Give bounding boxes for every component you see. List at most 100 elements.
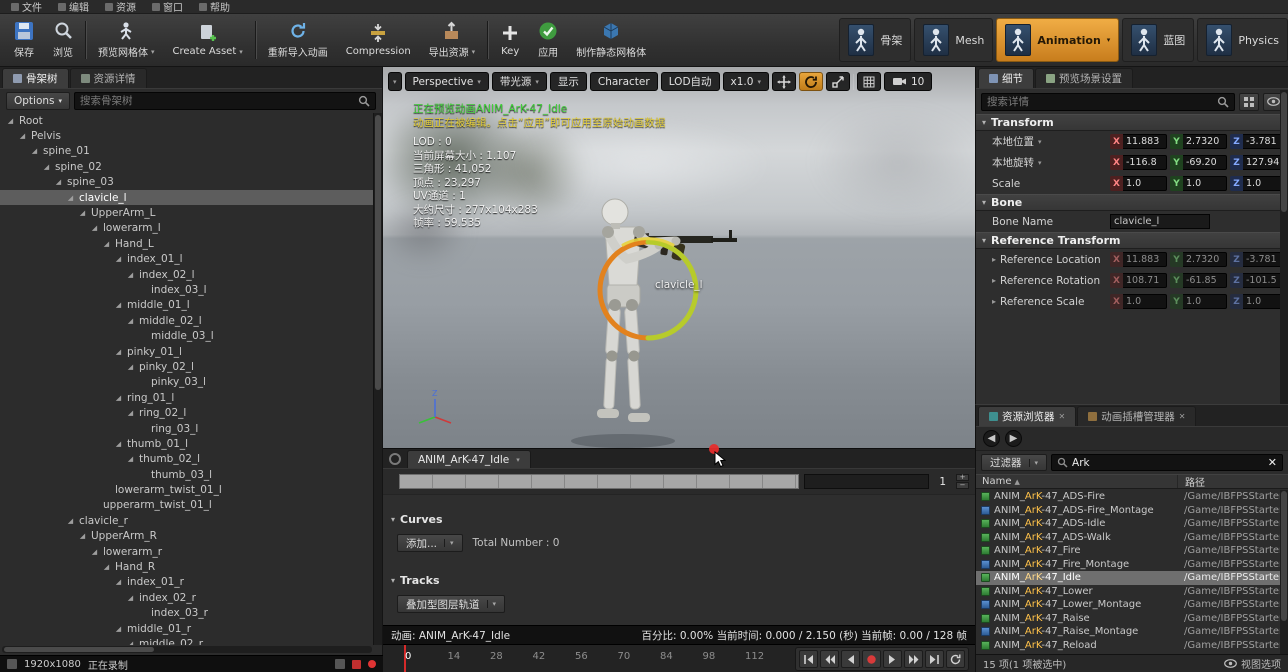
expand-arrow-icon[interactable]: ◢	[66, 194, 75, 202]
perspective-button[interactable]: Perspective ▾	[404, 72, 489, 91]
view-options-button[interactable]: 视图选项	[1224, 656, 1281, 671]
expand-arrow-icon[interactable]: ◢	[18, 132, 27, 140]
viewport-options-button[interactable]: ▾	[388, 72, 402, 91]
axis-y-value[interactable]: 1.0	[1183, 176, 1227, 191]
chevron-down-icon[interactable]: ▾	[757, 78, 761, 86]
expand-arrow-icon[interactable]: ◢	[78, 532, 87, 540]
tab-skeleton[interactable]: 骨架	[839, 18, 912, 62]
tab-skeleton-tree[interactable]: 骨架树	[2, 68, 69, 88]
tab-mesh[interactable]: Mesh	[914, 18, 994, 62]
tree-item-UpperArm_L[interactable]: ◢ UpperArm_L	[0, 205, 373, 220]
tree-item-lowerarm_twist_01_l[interactable]: lowerarm_twist_01_l	[0, 482, 373, 497]
tree-item-middle_03_l[interactable]: middle_03_l	[0, 328, 373, 343]
transform-section-header[interactable]: ▾ Transform	[976, 114, 1288, 131]
tree-item-spine_01[interactable]: ◢ spine_01	[0, 144, 373, 159]
axis-y-value[interactable]: -69.20	[1183, 155, 1227, 170]
timeline-track-empty[interactable]	[804, 474, 930, 489]
apply-button[interactable]: 应用	[529, 16, 567, 64]
menu-item[interactable]: 编辑	[50, 0, 97, 14]
menu-item[interactable]: 资源	[97, 0, 144, 14]
asset-search-input[interactable]	[1072, 456, 1264, 469]
axis-x-value[interactable]: -116.8	[1123, 155, 1167, 170]
asset-row[interactable]: ANIM_ArK-47_Reload/Game/IBFPSStarter	[976, 639, 1280, 653]
tree-item-Root[interactable]: ◢ Root	[0, 113, 373, 128]
tab-asset-details[interactable]: 资源详情	[69, 68, 147, 88]
expand-arrow-icon[interactable]: ◢	[126, 640, 135, 645]
tree-item-middle_01_r[interactable]: ◢ middle_01_r	[0, 621, 373, 636]
lit-mode-button[interactable]: 带光源 ▾	[491, 72, 547, 91]
chevron-down-icon[interactable]: ▾	[444, 539, 454, 547]
expand-arrow-icon[interactable]: ◢	[102, 240, 111, 248]
chevron-down-icon[interactable]: ▾	[1107, 36, 1111, 44]
expand-arrow-icon[interactable]: ◢	[114, 440, 123, 448]
chevron-down-icon[interactable]: ▾	[477, 78, 481, 86]
tree-item-index_03_r[interactable]: index_03_r	[0, 606, 373, 621]
asset-row[interactable]: ANIM_ArK-47_ADS-Walk/Game/IBFPSStarter	[976, 531, 1280, 545]
collapse-arrow-icon[interactable]: ▾	[391, 515, 395, 524]
expand-arrow-icon[interactable]: ◢	[126, 594, 135, 602]
tree-item-clavicle_r[interactable]: ◢ clavicle_r	[0, 513, 373, 528]
chevron-down-icon[interactable]: ▾	[535, 78, 539, 86]
save-button[interactable]: 保存	[4, 16, 44, 64]
expand-arrow-icon[interactable]: ◢	[30, 147, 39, 155]
timeline-ruler[interactable]: 0 14 28 42 56 70 84 98 112	[383, 645, 975, 672]
vector-field-z[interactable]: Z -3.781	[1230, 134, 1287, 149]
chevron-down-icon[interactable]: ▾	[486, 600, 496, 608]
expand-arrow-icon[interactable]: ◢	[54, 178, 63, 186]
tree-item-lowerarm_l[interactable]: ◢ lowerarm_l	[0, 221, 373, 236]
record-button[interactable]	[862, 650, 881, 668]
playback-speed-button[interactable]: x1.0 ▾	[722, 72, 769, 91]
loop-button[interactable]	[946, 650, 965, 668]
step-forward-button[interactable]	[904, 650, 923, 668]
vector-field-x[interactable]: X 11.883	[1110, 134, 1167, 149]
vector-field-y[interactable]: Y 2.7320	[1170, 134, 1227, 149]
vector-field-z[interactable]: Z 1.0	[1230, 176, 1287, 191]
asset-row[interactable]: ANIM_ArK-47_Fire/Game/IBFPSStarter	[976, 544, 1280, 558]
tree-item-middle_02_r[interactable]: ◢ middle_02_r	[0, 636, 373, 645]
scale-tool-button[interactable]	[825, 72, 850, 91]
chevron-down-icon[interactable]: ▾	[59, 97, 63, 105]
tab-asset-browser[interactable]: 资源浏览器 ✕	[978, 406, 1077, 426]
to-front-button[interactable]	[799, 650, 818, 668]
asset-row[interactable]: ANIM_ArK-47_Raise_Montage/Game/IBFPSStar…	[976, 625, 1280, 639]
forward-button[interactable]: ▶	[1005, 430, 1022, 447]
asset-row[interactable]: ANIM_ArK-47_Raise/Game/IBFPSStarter	[976, 612, 1280, 626]
reference-transform-section-header[interactable]: ▾ Reference Transform	[976, 232, 1288, 249]
to-end-button[interactable]	[925, 650, 944, 668]
additive-layer-tracks-button[interactable]: 叠加型图层轨道 ▾	[397, 595, 506, 613]
preview-mesh-button[interactable]: 预览网格体 ▾	[89, 16, 164, 64]
chevron-down-icon[interactable]: ▾	[239, 48, 243, 56]
expand-arrow-icon[interactable]: ◢	[126, 271, 135, 279]
asset-row[interactable]: ANIM_ArK-47_ADS-Fire_Montage/Game/IBFPSS…	[976, 504, 1280, 518]
details-scrollbar[interactable]	[1280, 90, 1288, 404]
animation-document-tab[interactable]: ANIM_ArK-47_Idle ▾	[407, 450, 531, 468]
tab-preview-scene-settings[interactable]: 预览场景设置	[1035, 68, 1133, 88]
asset-row[interactable]: ANIM_ArK-47_Lower/Game/IBFPSStarter	[976, 585, 1280, 599]
tree-item-Pelvis[interactable]: ◢ Pelvis	[0, 128, 373, 143]
collapse-arrow-icon[interactable]: ▾	[982, 118, 986, 127]
translate-tool-button[interactable]	[771, 72, 796, 91]
lod-auto-button[interactable]: LOD自动	[660, 72, 720, 91]
export-asset-button[interactable]: 导出资源 ▾	[420, 16, 485, 64]
collapse-arrow-icon[interactable]: ▾	[982, 198, 986, 207]
3d-viewport[interactable]: ▾ Perspective ▾ 带光源 ▾ 显示 Character LOD自动 x…	[383, 67, 975, 448]
expand-arrow-icon[interactable]: ◢	[114, 625, 123, 633]
expander-arrow-icon[interactable]: ▸	[992, 276, 996, 285]
collapse-arrow-icon[interactable]: ▾	[982, 236, 986, 245]
tree-item-ring_02_l[interactable]: ◢ ring_02_l	[0, 405, 373, 420]
tab-details[interactable]: 细节	[978, 68, 1034, 88]
asset-row[interactable]: ANIM_ArK-47_ADS-Idle/Game/IBFPSStarter	[976, 517, 1280, 531]
play-reverse-button[interactable]	[841, 650, 860, 668]
expand-arrow-icon[interactable]: ◢	[126, 363, 135, 371]
camera-icon[interactable]	[335, 659, 345, 669]
expand-arrow-icon[interactable]: ◢	[6, 117, 15, 125]
tree-item-spine_02[interactable]: ◢ spine_02	[0, 159, 373, 174]
increment-button[interactable]: +	[956, 474, 969, 481]
compression-button[interactable]: Compression	[337, 16, 420, 64]
bone-section-header[interactable]: ▾ Bone	[976, 194, 1288, 211]
vector-field-x[interactable]: X -116.8	[1110, 155, 1167, 170]
axis-y-value[interactable]: 2.7320	[1183, 134, 1227, 149]
tree-item-clavicle_l[interactable]: ◢ clavicle_l	[0, 189, 373, 206]
asset-row[interactable]: ANIM_ArK-47_Fire_Montage/Game/IBFPSStart…	[976, 558, 1280, 572]
property-matrix-button[interactable]	[1239, 92, 1259, 111]
